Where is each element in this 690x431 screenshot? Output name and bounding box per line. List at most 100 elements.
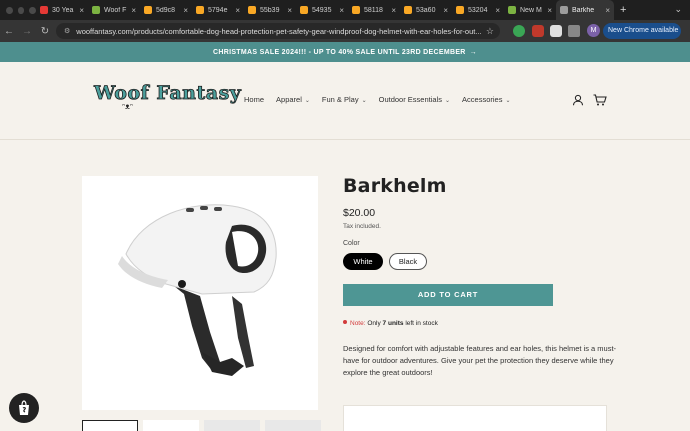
browser-tab[interactable]: Woof F ×	[88, 0, 140, 20]
main-nav: Home Apparel ⌄ Fun & Play ⌄ Outdoor Essential…	[244, 95, 511, 104]
color-option-white[interactable]: White	[343, 253, 383, 270]
product-image[interactable]	[82, 176, 318, 410]
browser-tab[interactable]: Barkhe ×	[556, 0, 614, 20]
cart-icon[interactable]	[593, 93, 607, 111]
browser-tab[interactable]: 30 Yea ×	[36, 0, 88, 20]
thumbnail-strip	[82, 420, 321, 431]
site-logo[interactable]: Woof Fantasy ᵔᴥᵔ	[94, 82, 242, 116]
new-tab-icon[interactable]: +	[614, 4, 626, 16]
forward-icon[interactable]: →	[18, 26, 36, 37]
info-card	[343, 405, 607, 431]
tab-favicon-icon	[508, 6, 516, 14]
chevron-down-icon: ⌄	[445, 98, 451, 104]
tab-label: 53204	[468, 6, 488, 14]
thumbnail[interactable]	[265, 420, 321, 431]
nav-item-home[interactable]: Home	[244, 95, 264, 104]
chevron-down-icon: ⌄	[361, 98, 367, 104]
add-to-cart-button[interactable]: ADD TO CART	[343, 284, 553, 306]
nav-item-outdoor-essentials[interactable]: Outdoor Essentials ⌄	[379, 95, 450, 104]
browser-tab[interactable]: 58118 ×	[348, 0, 400, 20]
extension-icon[interactable]	[513, 25, 525, 37]
thumbnail[interactable]	[204, 420, 260, 431]
paw-icon: ᵔᴥᵔ	[122, 102, 133, 111]
close-tab-icon[interactable]: ×	[547, 6, 552, 15]
thumbnail[interactable]	[82, 420, 138, 431]
browser-tab[interactable]: 55b39 ×	[244, 0, 296, 20]
browser-tab[interactable]: 5794e ×	[192, 0, 244, 20]
extensions-puzzle-icon[interactable]	[568, 25, 580, 37]
extension-icon[interactable]	[550, 25, 562, 37]
nav-item-fun-play[interactable]: Fun & Play ⌄	[322, 95, 367, 104]
browser-tab-bar: 30 Yea × Woof F × 5d9c8 × 5794e × 55b39 × 54935 × 58…	[0, 0, 690, 20]
announcement-bar[interactable]: CHRISTMAS SALE 2024!!! - UP TO 40% SALE …	[0, 42, 690, 62]
nav-item-accessories[interactable]: Accessories ⌄	[462, 95, 510, 104]
nav-item-apparel[interactable]: Apparel ⌄	[276, 95, 310, 104]
site-header: Woof Fantasy ᵔᴥᵔ Home Apparel ⌄ Fun & Play ⌄…	[0, 62, 690, 140]
product-description: Designed for comfort with adjustable fea…	[343, 344, 617, 377]
bookmark-star-icon[interactable]: ☆	[486, 26, 494, 37]
tab-label: 5d9c8	[156, 6, 176, 14]
announcement-text: CHRISTMAS SALE 2024!!! - UP TO 40% SALE …	[213, 48, 466, 56]
close-tab-icon[interactable]: ×	[131, 6, 136, 15]
product-title: Barkhelm	[343, 175, 447, 197]
color-label: Color	[343, 240, 360, 247]
chevron-down-icon: ⌄	[505, 98, 511, 104]
tab-strip: 30 Yea × Woof F × 5d9c8 × 5794e × 55b39 × 54935 × 58…	[36, 0, 614, 20]
close-tab-icon[interactable]: ×	[183, 6, 188, 15]
stock-dot-icon	[343, 320, 347, 324]
url-text: wooffantasy.com/products/comfortable-dog…	[76, 26, 482, 36]
close-tab-icon[interactable]: ×	[235, 6, 240, 15]
tab-label: New M	[520, 6, 542, 14]
tab-favicon-icon	[560, 6, 568, 14]
tab-favicon-icon	[352, 6, 360, 14]
tab-label: 58118	[364, 6, 383, 14]
profile-avatar[interactable]: M	[587, 24, 600, 37]
stock-note: Note: Only 7 units left in stock	[343, 320, 438, 327]
close-tab-icon[interactable]: ×	[391, 6, 396, 15]
tab-label: 54935	[312, 6, 332, 14]
tab-favicon-icon	[404, 6, 412, 14]
shopify-bag-icon[interactable]	[9, 393, 39, 423]
address-bar-row: ← → ↻ ⚙ wooffantasy.com/products/comfort…	[0, 20, 690, 42]
browser-tab[interactable]: 5d9c8 ×	[140, 0, 192, 20]
thumbnail[interactable]	[143, 420, 199, 431]
tab-favicon-icon	[196, 6, 204, 14]
tab-label: 53a60	[416, 6, 436, 14]
close-tab-icon[interactable]: ×	[443, 6, 448, 15]
arrow-right-icon: →	[469, 48, 477, 56]
chevron-down-icon: ⌄	[304, 98, 310, 104]
browser-tab[interactable]: 54935 ×	[296, 0, 348, 20]
tab-label: Barkhe	[572, 6, 595, 14]
color-option-black[interactable]: Black	[389, 253, 427, 270]
tab-label: 5794e	[208, 6, 228, 14]
tab-label: 55b39	[260, 6, 280, 14]
back-icon[interactable]: ←	[0, 26, 18, 37]
browser-tab[interactable]: 53204 ×	[452, 0, 504, 20]
close-tab-icon[interactable]: ×	[79, 6, 84, 15]
new-chrome-available-button[interactable]: New Chrome available	[603, 23, 681, 39]
tab-favicon-icon	[248, 6, 256, 14]
browser-tab[interactable]: 53a60 ×	[400, 0, 452, 20]
tab-favicon-icon	[456, 6, 464, 14]
tab-favicon-icon	[92, 6, 100, 14]
close-tab-icon[interactable]: ×	[495, 6, 500, 15]
tax-note: Tax included.	[343, 223, 381, 230]
account-icon[interactable]	[572, 93, 584, 111]
tab-label: Woof F	[104, 6, 127, 14]
reload-icon[interactable]: ↻	[36, 26, 54, 37]
browser-tab[interactable]: New M ×	[504, 0, 556, 20]
logo-text: Woof Fantasy	[94, 82, 242, 105]
url-field[interactable]: ⚙ wooffantasy.com/products/comfortable-d…	[56, 23, 500, 39]
helmet-image	[118, 204, 277, 376]
product-price: $20.00	[343, 207, 376, 219]
tab-favicon-icon	[40, 6, 48, 14]
tab-label: 30 Yea	[52, 6, 74, 14]
close-tab-icon[interactable]: ×	[339, 6, 344, 15]
close-tab-icon[interactable]: ×	[605, 6, 610, 15]
extension-icon[interactable]	[532, 25, 544, 37]
close-tab-icon[interactable]: ×	[287, 6, 292, 15]
window-controls[interactable]	[0, 0, 37, 20]
site-info-icon[interactable]: ⚙	[64, 27, 70, 35]
tab-search-icon[interactable]: ⌄	[674, 4, 682, 15]
tab-favicon-icon	[144, 6, 152, 14]
